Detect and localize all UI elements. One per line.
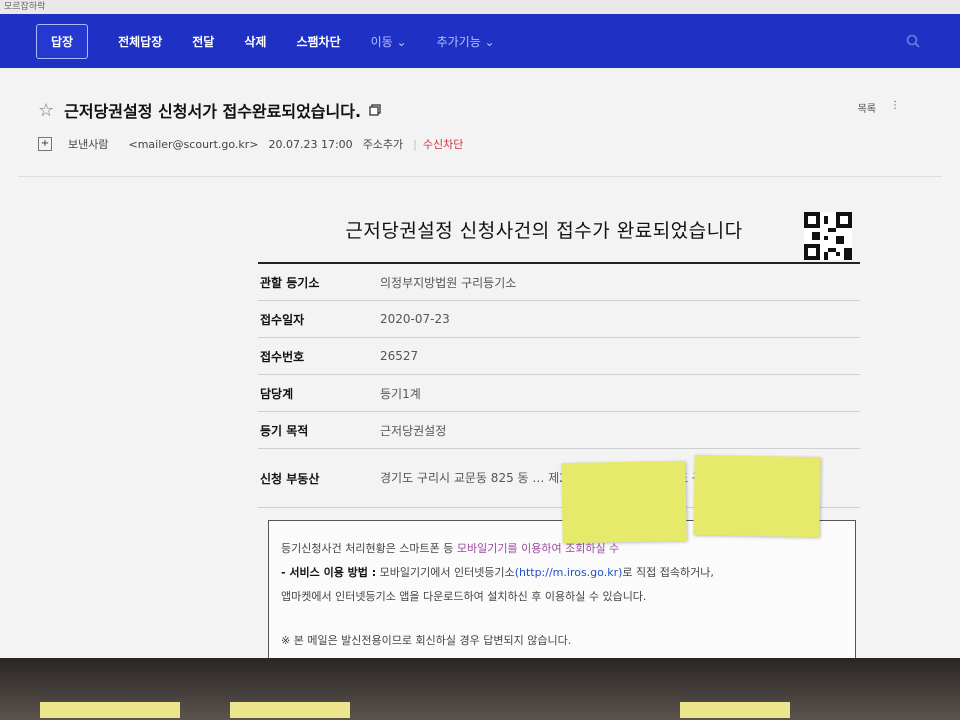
desk-sticky-note (40, 702, 180, 718)
info-row-purpose: 등기 목적 근저당권설정 (258, 412, 860, 449)
notice-line-2: - 서비스 이용 방법 : 모바일기기에서 인터넷등기소(http://m.ir… (281, 561, 843, 585)
star-icon[interactable]: ☆ (38, 100, 54, 121)
row-label: 접수일자 (260, 312, 305, 327)
notice-text: 등기신청사건 처리현황은 스마트폰 등 (281, 542, 457, 555)
row-label: 접수번호 (260, 349, 305, 364)
sender-meta: + 보낸사람 <mailer@scourt.go.kr> 20.07.23 17… (38, 134, 473, 154)
row-label: 등기 목적 (260, 423, 309, 438)
row-label: 신청 부동산 (260, 471, 320, 486)
qr-code-icon (804, 212, 852, 260)
divider: | (413, 137, 417, 151)
delete-button[interactable]: 삭제 (244, 33, 266, 50)
body-title-bar: 근저당권설정 신청사건의 접수가 완료되었습니다 (258, 196, 860, 264)
service-method-label: - 서비스 이용 방법 : (281, 566, 377, 579)
row-value: 의정부지방법원 구리등기소 (380, 275, 517, 290)
row-value: 등기1계 (380, 386, 421, 401)
info-row-office: 관할 등기소 의정부지방법원 구리등기소 (258, 264, 860, 301)
desk-sticky-note (230, 702, 350, 718)
notice-text: 모바일기기에서 인터넷등기소 (376, 566, 515, 579)
browser-top-strip: 모르잡하락 (0, 0, 960, 14)
body-title: 근저당권설정 신청사건의 접수가 완료되었습니다 (345, 219, 743, 242)
move-menu[interactable]: 이동 ⌄ (371, 33, 407, 50)
topbar-label: 모르잡하락 (4, 2, 46, 12)
row-value: 2020-07-23 (380, 312, 450, 326)
notice-highlight: 모바일기기를 이용하여 조회하실 수 (456, 542, 620, 555)
reply-button[interactable]: 답장 (36, 23, 89, 59)
sender-label: 보낸사람 (68, 138, 109, 151)
email-subject-line: ☆ 근저당권설정 신청서가 접수완료되었습니다. (38, 96, 938, 124)
reply-all-button[interactable]: 전체답장 (118, 33, 162, 50)
list-button[interactable]: 목록 (858, 100, 876, 115)
more-options-icon[interactable]: ⋮ (890, 100, 900, 115)
copy-icon[interactable] (369, 104, 381, 116)
info-row-department: 담당계 등기1계 (258, 375, 860, 412)
sticky-note-left (561, 460, 687, 544)
header-divider (18, 176, 942, 177)
forward-button[interactable]: 전달 (192, 33, 214, 50)
monitor-screen: 모르잡하락 답장 전체답장 전달 삭제 스팸차단 이동 ⌄ 추가기능 ⌄ ☆ 근… (0, 0, 960, 658)
notice-line-4: ※ 본 메일은 발신전용이므로 회신하실 경우 답변되지 않습니다. (281, 634, 572, 647)
info-row-number: 접수번호 26527 (258, 338, 860, 375)
search-icon[interactable] (906, 34, 920, 48)
notice-text: 로 직접 접속하거나, (622, 566, 714, 579)
spam-block-button[interactable]: 스팸차단 (296, 33, 340, 50)
notice-line-3: 앱마켓에서 인터넷등기소 앱을 다운로드하여 설치하신 후 이용하실 수 있습니… (281, 590, 647, 603)
email-subject: 근저당권설정 신청서가 접수완료되었습니다. (64, 102, 362, 121)
row-value: 26527 (380, 349, 419, 363)
block-sender-link[interactable]: 수신차단 (423, 136, 463, 152)
info-row-date: 접수일자 2020-07-23 (258, 301, 860, 338)
list-controls: 목록 ⋮ (858, 100, 900, 115)
iros-link[interactable]: (http://m.iros.go.kr) (515, 566, 623, 579)
desk-sticky-note (680, 702, 790, 718)
add-address-link[interactable]: 주소추가 (363, 136, 403, 152)
row-value: 근저당권설정 (380, 423, 447, 438)
expand-plus-icon[interactable]: + (38, 137, 52, 151)
sender-address[interactable]: <mailer@scourt.go.kr> (128, 138, 258, 151)
mail-toolbar: 답장 전체답장 전달 삭제 스팸차단 이동 ⌄ 추가기능 ⌄ (0, 14, 960, 68)
sticky-note-right (693, 454, 821, 538)
more-functions-menu[interactable]: 추가기능 ⌄ (437, 33, 495, 50)
row-label: 담당계 (260, 386, 294, 401)
row-label: 관할 등기소 (260, 275, 320, 290)
email-datetime: 20.07.23 17:00 (268, 137, 353, 151)
